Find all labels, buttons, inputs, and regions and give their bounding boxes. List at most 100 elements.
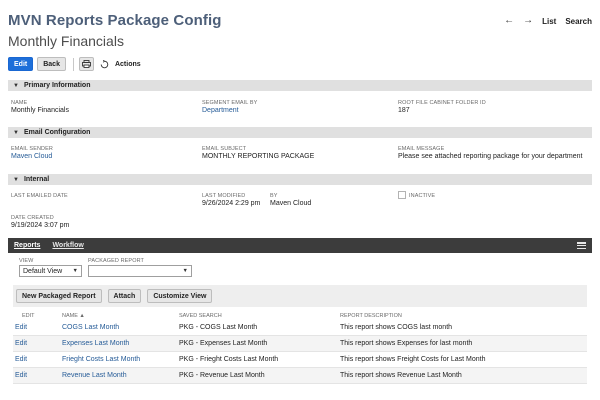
row-edit-link[interactable]: Edit bbox=[13, 324, 56, 331]
chevron-down-icon: ▼ bbox=[72, 268, 78, 274]
row-description: This report shows Freight Costs for Last… bbox=[340, 356, 486, 363]
field-label: NAME bbox=[11, 100, 28, 106]
packaged-report-select[interactable]: ▼ bbox=[88, 265, 192, 277]
tab-workflow[interactable]: Workflow bbox=[52, 242, 83, 249]
field-label: EMAIL SENDER bbox=[11, 146, 53, 152]
row-saved-search: PKG - Revenue Last Month bbox=[179, 372, 265, 379]
list-link[interactable]: List bbox=[542, 17, 556, 26]
tab-reports[interactable]: Reports bbox=[14, 242, 40, 249]
field-label: VIEW bbox=[19, 258, 34, 264]
table-header: EDIT NAME ▲ SAVED SEARCH REPORT DESCRIPT… bbox=[13, 312, 587, 320]
section-primary-information[interactable]: ▼ Primary Information bbox=[8, 80, 592, 91]
row-description: This report shows Revenue Last Month bbox=[340, 372, 462, 379]
field-value: MONTHLY REPORTING PACKAGE bbox=[202, 153, 315, 160]
back-button[interactable]: Back bbox=[37, 57, 66, 71]
new-packaged-report-button[interactable]: New Packaged Report bbox=[16, 289, 102, 303]
row-name-link[interactable]: COGS Last Month bbox=[56, 324, 179, 331]
edit-button[interactable]: Edit bbox=[8, 57, 34, 71]
record-header: MVN Reports Package Config Monthly Finan… bbox=[8, 12, 592, 52]
segment-link[interactable]: Department bbox=[202, 107, 257, 114]
field-label: PACKAGED REPORT bbox=[88, 258, 145, 264]
toolbar-divider bbox=[72, 57, 74, 71]
view-filter: VIEW Default View ▼ bbox=[19, 258, 82, 277]
subtab-bar: Reports Workflow bbox=[8, 238, 592, 253]
row-description: This report shows Expenses for last mont… bbox=[340, 340, 473, 347]
email-message-field: EMAIL MESSAGE Please see attached report… bbox=[398, 146, 582, 160]
date-created-field: DATE CREATED 9/19/2024 3:07 pm bbox=[11, 215, 69, 229]
field-label: BY bbox=[270, 193, 278, 199]
row-name-link[interactable]: Expenses Last Month bbox=[56, 340, 179, 347]
row-saved-search: PKG - Frieght Costs Last Month bbox=[179, 356, 279, 363]
modified-by-field: BY Maven Cloud bbox=[270, 193, 311, 207]
root-folder-id-field: ROOT FILE CABINET FOLDER ID 187 bbox=[398, 100, 486, 114]
section-internal[interactable]: ▼ Internal bbox=[8, 174, 592, 185]
chevron-down-icon: ▼ bbox=[13, 82, 19, 89]
last-modified-field: LAST MODIFIED 9/26/2024 2:29 pm bbox=[202, 193, 260, 207]
chevron-down-icon: ▼ bbox=[13, 176, 19, 183]
field-label: INACTIVE bbox=[409, 192, 436, 199]
row-saved-search: PKG - Expenses Last Month bbox=[179, 340, 268, 347]
col-edit: EDIT bbox=[22, 313, 35, 319]
actions-menu[interactable]: Actions bbox=[100, 59, 141, 69]
field-value: 187 bbox=[398, 107, 410, 114]
printer-icon bbox=[82, 60, 91, 68]
table-row: Edit Revenue Last Month PKG - Revenue La… bbox=[13, 368, 587, 384]
field-value: Maven Cloud bbox=[270, 200, 312, 207]
segment-email-by-field: SEGMENT EMAIL BY Department bbox=[202, 100, 257, 114]
section-title: Internal bbox=[23, 176, 50, 183]
table-row: Edit Frieght Costs Last Month PKG - Frie… bbox=[13, 352, 587, 368]
row-edit-link[interactable]: Edit bbox=[13, 372, 56, 379]
inactive-field: INACTIVE bbox=[398, 191, 435, 199]
section-email-configuration[interactable]: ▼ Email Configuration bbox=[8, 127, 592, 138]
back-arrow-icon[interactable]: ← bbox=[504, 16, 514, 26]
view-select[interactable]: Default View ▼ bbox=[19, 265, 82, 277]
chevron-down-icon: ▼ bbox=[182, 268, 188, 274]
view-select-value: Default View bbox=[23, 267, 63, 275]
forward-arrow-icon[interactable]: → bbox=[523, 16, 533, 26]
field-label: LAST MODIFIED bbox=[202, 193, 246, 199]
section-title: Email Configuration bbox=[23, 129, 91, 136]
print-button[interactable] bbox=[78, 57, 94, 71]
field-label: EMAIL SUBJECT bbox=[202, 146, 247, 152]
email-sender-link[interactable]: Maven Cloud bbox=[11, 153, 53, 160]
field-label: LAST EMAILED DATE bbox=[11, 193, 68, 199]
reports-sublist: New Packaged Report Attach Customize Vie… bbox=[13, 285, 587, 389]
search-link[interactable]: Search bbox=[565, 17, 592, 26]
attach-button[interactable]: Attach bbox=[107, 289, 142, 303]
col-name[interactable]: NAME ▲ bbox=[56, 313, 179, 319]
table-row: Edit COGS Last Month PKG - COGS Last Mon… bbox=[13, 320, 587, 336]
col-saved-search[interactable]: SAVED SEARCH bbox=[179, 313, 340, 319]
chevron-down-icon: ▼ bbox=[13, 129, 19, 136]
top-nav: ← → List Search bbox=[504, 16, 592, 26]
field-label: DATE CREATED bbox=[11, 215, 54, 221]
field-label: ROOT FILE CABINET FOLDER ID bbox=[398, 100, 486, 106]
row-edit-link[interactable]: Edit bbox=[13, 340, 56, 347]
field-value: Monthly Financials bbox=[11, 107, 69, 114]
row-description: This report shows COGS last month bbox=[340, 324, 453, 331]
row-saved-search: PKG - COGS Last Month bbox=[179, 324, 258, 331]
packaged-report-filter: PACKAGED REPORT ▼ bbox=[88, 258, 192, 277]
email-sender-field: EMAIL SENDER Maven Cloud bbox=[11, 146, 53, 160]
field-label: SEGMENT EMAIL BY bbox=[202, 100, 258, 106]
field-value: 9/19/2024 3:07 pm bbox=[11, 222, 70, 229]
field-label: EMAIL MESSAGE bbox=[398, 146, 445, 152]
record-name: Monthly Financials bbox=[8, 33, 124, 49]
section-title: Primary Information bbox=[23, 82, 91, 89]
name-field: NAME Monthly Financials bbox=[11, 100, 69, 114]
table-row: Edit Expenses Last Month PKG - Expenses … bbox=[13, 336, 587, 352]
customize-view-button[interactable]: Customize View bbox=[147, 289, 213, 303]
record-toolbar: Edit Back Actions bbox=[8, 57, 141, 71]
actions-icon bbox=[100, 59, 109, 69]
menu-icon[interactable] bbox=[577, 242, 586, 249]
inactive-checkbox[interactable] bbox=[398, 191, 406, 199]
field-value: 9/26/2024 2:29 pm bbox=[202, 200, 261, 207]
actions-label: Actions bbox=[114, 60, 141, 68]
sublist-button-bar: New Packaged Report Attach Customize Vie… bbox=[13, 285, 587, 307]
row-name-link[interactable]: Revenue Last Month bbox=[56, 372, 179, 379]
last-emailed-date-field: LAST EMAILED DATE bbox=[11, 193, 68, 199]
field-value: Please see attached reporting package fo… bbox=[398, 153, 583, 160]
row-edit-link[interactable]: Edit bbox=[13, 356, 56, 363]
row-name-link[interactable]: Frieght Costs Last Month bbox=[56, 356, 179, 363]
col-report-description[interactable]: REPORT DESCRIPTION bbox=[340, 313, 587, 319]
email-subject-field: EMAIL SUBJECT MONTHLY REPORTING PACKAGE bbox=[202, 146, 314, 160]
